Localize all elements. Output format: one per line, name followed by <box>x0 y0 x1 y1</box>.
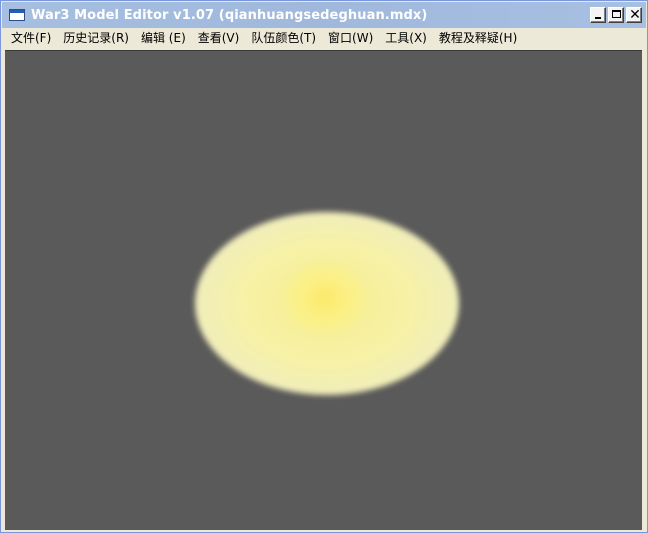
maximize-button[interactable] <box>608 7 624 23</box>
menu-team-color[interactable]: 队伍颜色(T) <box>245 29 322 48</box>
model-glow-core <box>285 263 365 333</box>
menu-bar: 文件(F) 历史记录(R) 编辑 (E) 查看(V) 队伍颜色(T) 窗口(W)… <box>2 28 646 49</box>
menu-history[interactable]: 历史记录(R) <box>57 29 135 48</box>
menu-file[interactable]: 文件(F) <box>5 29 57 48</box>
menu-tools[interactable]: 工具(X) <box>379 29 433 48</box>
menu-help[interactable]: 教程及释疑(H) <box>433 29 523 48</box>
close-icon: ✕ <box>629 7 641 23</box>
close-button[interactable]: ✕ <box>626 7 642 23</box>
menu-view[interactable]: 查看(V) <box>192 29 246 48</box>
maximize-icon <box>612 10 621 18</box>
application-window-icon[interactable] <box>9 9 25 21</box>
minimize-button[interactable] <box>590 7 606 23</box>
window-title: War3 Model Editor v1.07 (qianhuangsedegh… <box>31 7 428 23</box>
app-window: War3 Model Editor v1.07 (qianhuangsedegh… <box>0 0 648 533</box>
minimize-icon <box>595 17 601 19</box>
model-viewport[interactable] <box>5 50 642 530</box>
title-bar[interactable]: War3 Model Editor v1.07 (qianhuangsedegh… <box>2 2 646 28</box>
menu-edit[interactable]: 编辑 (E) <box>135 29 192 48</box>
menu-window[interactable]: 窗口(W) <box>322 29 379 48</box>
window-controls: ✕ <box>590 7 642 23</box>
